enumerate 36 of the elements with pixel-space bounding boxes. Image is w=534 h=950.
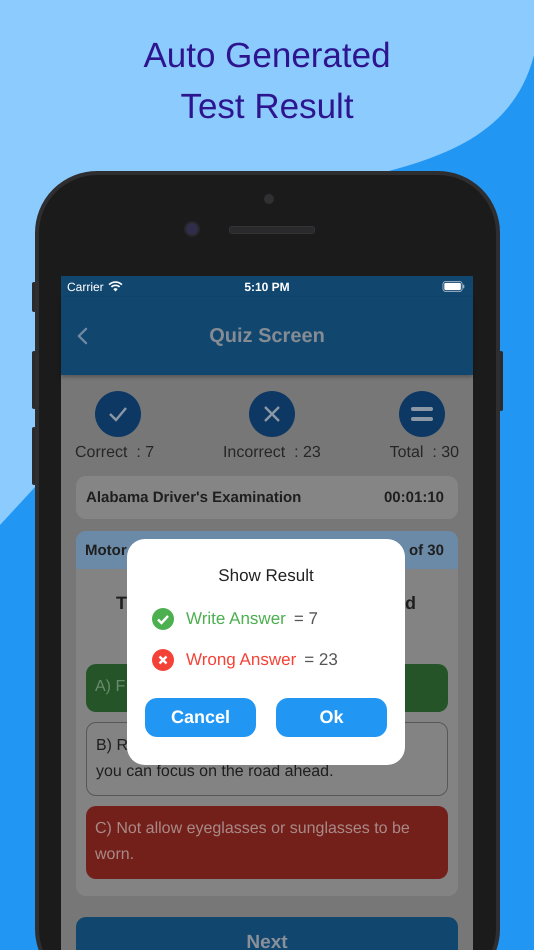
question-text: d <box>405 593 416 615</box>
check-icon <box>95 391 141 437</box>
cross-icon <box>152 649 174 671</box>
wifi-icon <box>108 281 123 292</box>
question-text: T <box>116 593 127 615</box>
timer-text: 00:01:10 <box>384 489 444 506</box>
question-counter: of 30 <box>408 542 444 558</box>
result-value: = 23 <box>304 650 338 670</box>
sensor-dot <box>264 194 274 204</box>
clock-time: 5:10 PM <box>244 280 290 294</box>
result-label: Write Answer <box>186 609 286 629</box>
screen-title: Quiz Screen <box>209 324 325 348</box>
next-button[interactable]: Next <box>76 917 458 950</box>
result-value: = 7 <box>294 609 318 629</box>
answer-option[interactable]: C) Not allow eyeglasses or sunglasses to be worn. <box>86 806 448 879</box>
option-text: you can focus on the road ahead. <box>96 762 334 782</box>
exam-name: Alabama Driver's Examination <box>86 489 302 506</box>
cross-icon <box>248 391 295 437</box>
battery-icon <box>442 281 465 292</box>
headline: Auto Generated <box>143 35 391 77</box>
option-text: A) F <box>95 677 126 697</box>
equals-icon <box>399 391 445 437</box>
carrier-label: Carrier <box>67 280 104 294</box>
stat-label: Incorrect : 23 <box>222 444 321 462</box>
check-icon <box>152 608 174 630</box>
header-text: Motor <box>85 542 127 558</box>
cancel-button[interactable]: Cancel <box>145 698 256 737</box>
camera-lens <box>184 221 200 237</box>
dialog-title: Show Result <box>218 566 314 586</box>
back-icon[interactable] <box>77 327 88 345</box>
stat-label: Correct : 7 <box>75 444 154 462</box>
result-label: Wrong Answer <box>186 650 296 670</box>
ok-button[interactable]: Ok <box>276 698 387 737</box>
stat-label: Total : 30 <box>390 444 459 462</box>
headline: Test Result <box>180 86 354 128</box>
option-text: C) Not allow eyeglasses or sunglasses to be worn. <box>95 819 411 865</box>
